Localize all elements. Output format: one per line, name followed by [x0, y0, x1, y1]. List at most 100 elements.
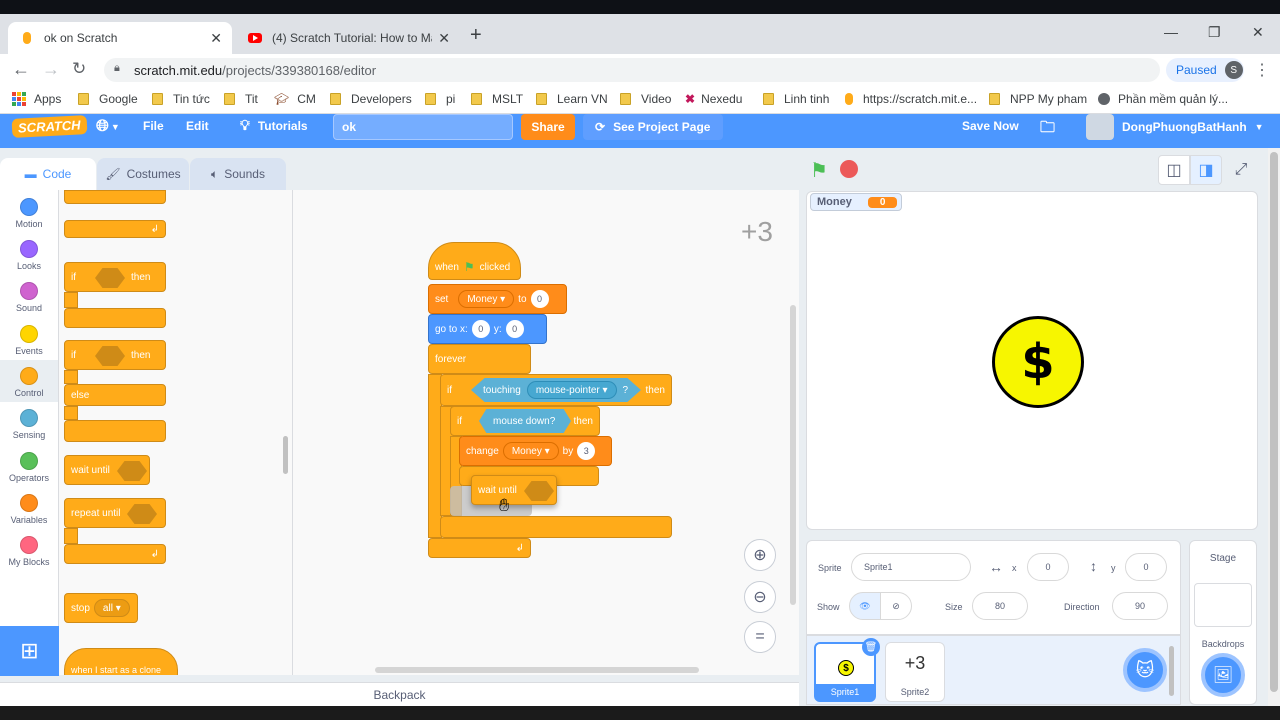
workspace-h-scrollbar[interactable] [375, 667, 699, 673]
set-value-input[interactable]: 0 [530, 290, 549, 308]
coin-sprite[interactable]: $ [992, 316, 1084, 408]
page-scrollbar[interactable] [1268, 148, 1280, 708]
change-value-input[interactable]: 3 [577, 442, 596, 460]
zoom-in-button[interactable]: ⊕ [744, 539, 776, 571]
x-input[interactable]: 0 [471, 320, 490, 338]
stage-canvas[interactable]: Money 0 $ [806, 191, 1258, 530]
add-backdrop-icon[interactable]: 🖼︎ [1201, 653, 1245, 697]
new-tab-button[interactable]: + [470, 24, 482, 47]
variable-dropdown[interactable]: Money ▾ [458, 290, 515, 308]
palette-wait-until[interactable]: wait until [64, 455, 150, 485]
minimize-button[interactable]: — [1164, 24, 1178, 40]
zoom-out-button[interactable]: ⊖ [744, 581, 776, 613]
category-my-blocks[interactable]: My Blocks [0, 536, 58, 567]
bookmark-learn-vn[interactable]: Learn VN [536, 92, 608, 106]
direction-input[interactable]: 90 [1112, 592, 1168, 620]
bookmark-tin-tuc[interactable]: Tin tức [152, 92, 210, 106]
tab-youtube[interactable]: (4) Scratch Tutorial: How to Make ✕ [236, 22, 460, 54]
bookmark-developers[interactable]: Developers [330, 92, 412, 106]
language-globe-icon[interactable]: 🌐︎ ▼ [96, 118, 120, 136]
bookmark-npp[interactable]: NPP My pham [989, 92, 1087, 106]
category-events[interactable]: Events [0, 325, 58, 356]
tab-sounds[interactable]: 🔈︎ Sounds [190, 158, 286, 190]
bookmark-google[interactable]: Google [78, 92, 138, 106]
my-stuff-folder-icon[interactable]: 🗀 [1040, 117, 1055, 142]
see-project-page-button[interactable]: ⟳ See Project Page [583, 114, 723, 140]
bookmark-apps[interactable]: Apps [12, 92, 61, 106]
category-operators[interactable]: Operators [0, 452, 58, 483]
sprite-name-input[interactable]: Sprite1 [851, 553, 971, 581]
tutorials-button[interactable]: 💡︎ Tutorials [240, 117, 308, 134]
size-input[interactable]: 80 [972, 592, 1028, 620]
forever-block[interactable]: forever [428, 344, 531, 374]
stop-dropdown[interactable]: all ▾ [93, 599, 130, 617]
x-input[interactable]: 0 [1027, 553, 1069, 581]
category-sensing[interactable]: Sensing [0, 409, 58, 440]
change-variable-block[interactable]: change Money ▾ by 3 [459, 436, 612, 466]
tab-scratch[interactable]: ok on Scratch ✕ [8, 22, 232, 54]
mouse-down-sensing-block[interactable]: mouse down? [479, 409, 571, 433]
tab-code[interactable]: ▬ Code [0, 158, 96, 190]
palette-repeat-until[interactable]: repeat until [64, 498, 166, 528]
delete-trash-icon[interactable]: 🗑︎ [862, 638, 880, 656]
touching-sensing-block[interactable]: touching mouse-pointer ▾? [471, 378, 641, 402]
tab-close-icon[interactable]: ✕ [438, 30, 450, 47]
stage-panel[interactable]: Stage Backdrops 🖼︎ [1189, 540, 1257, 705]
tab-costumes[interactable]: 🖌︎ Costumes [97, 158, 189, 190]
bookmark-linh-tinh[interactable]: Linh tinh [763, 92, 829, 106]
green-flag-button[interactable]: ⚑ [810, 158, 828, 183]
file-menu[interactable]: File [143, 119, 164, 133]
close-window-button[interactable]: ✕ [1252, 24, 1264, 41]
normal-stage-button[interactable]: ◨ [1190, 155, 1222, 185]
url-input[interactable]: 🔒︎ scratch.mit.edu/projects/339380168/ed… [104, 58, 1160, 82]
bookmark-tit[interactable]: Tit [224, 92, 258, 106]
bookmark-video[interactable]: Video [620, 92, 671, 106]
browser-menu-icon[interactable]: ⋮ [1254, 60, 1270, 80]
stop-button[interactable] [840, 160, 858, 178]
palette-block-partial-end[interactable]: ↲ [64, 220, 166, 238]
y-input[interactable]: 0 [505, 320, 524, 338]
category-looks[interactable]: Looks [0, 240, 58, 271]
tab-close-icon[interactable]: ✕ [210, 30, 222, 47]
dragging-wait-until-block[interactable]: wait until [471, 475, 557, 505]
sprite-tile-sprite2[interactable]: +3 Sprite2 [885, 642, 945, 702]
category-variables[interactable]: Variables [0, 494, 58, 525]
go-to-xy-block[interactable]: go to x: 0 y: 0 [428, 314, 547, 344]
profile-button[interactable]: Paused S [1166, 58, 1244, 82]
palette-clone-hat[interactable]: when I start as a clone [64, 648, 178, 675]
sprite-tile-sprite1[interactable]: $ Sprite1 🗑︎ [814, 638, 880, 702]
project-title-input[interactable]: ok [333, 114, 513, 140]
fullscreen-button[interactable]: ⤢ [1226, 155, 1256, 185]
bookmark-cm[interactable]: 🎓︎ CM [274, 92, 316, 106]
y-input[interactable]: 0 [1125, 553, 1167, 581]
reload-icon[interactable]: ↻ [72, 59, 86, 79]
palette-if-else[interactable]: if then [64, 340, 166, 370]
zoom-reset-button[interactable]: = [744, 621, 776, 653]
save-now-button[interactable]: Save Now [962, 119, 1019, 133]
share-button[interactable]: Share [521, 114, 575, 140]
forward-arrow-icon[interactable]: → [42, 59, 60, 80]
add-sprite-cat-icon[interactable]: 🐱︎ [1123, 648, 1167, 692]
sprite-list-scrollbar[interactable] [1169, 646, 1174, 696]
variable-dropdown[interactable]: Money ▾ [502, 442, 559, 460]
category-sound[interactable]: Sound [0, 282, 58, 313]
restore-button[interactable]: ❐ [1208, 24, 1221, 41]
palette-if-then[interactable]: if then [64, 262, 166, 292]
bookmark-nexedu[interactable]: ✖ Nexedu [685, 92, 742, 106]
category-motion[interactable]: Motion [0, 198, 58, 229]
backdrop-thumbnail[interactable] [1194, 583, 1252, 627]
bookmark-mslt[interactable]: MSLT [471, 92, 523, 106]
touching-dropdown[interactable]: mouse-pointer ▾ [526, 381, 617, 399]
back-arrow-icon[interactable]: ← [12, 59, 30, 80]
show-hidden-button[interactable]: ⊘ [880, 592, 912, 620]
edit-menu[interactable]: Edit [186, 119, 209, 133]
bookmark-phan-mem[interactable]: Phần mềm quản lý... [1098, 92, 1228, 106]
workspace-v-scrollbar[interactable] [790, 305, 796, 605]
palette-scrollbar[interactable] [283, 436, 288, 474]
when-flag-clicked-block[interactable]: when ⚑ clicked [428, 242, 521, 280]
category-control[interactable]: Control [0, 360, 58, 402]
small-stage-button[interactable]: ◫ [1158, 155, 1190, 185]
add-extension-button[interactable]: ⊞ [0, 626, 59, 676]
scratch-logo[interactable]: SCRATCH [11, 115, 88, 138]
palette-block-partial[interactable] [64, 190, 166, 204]
